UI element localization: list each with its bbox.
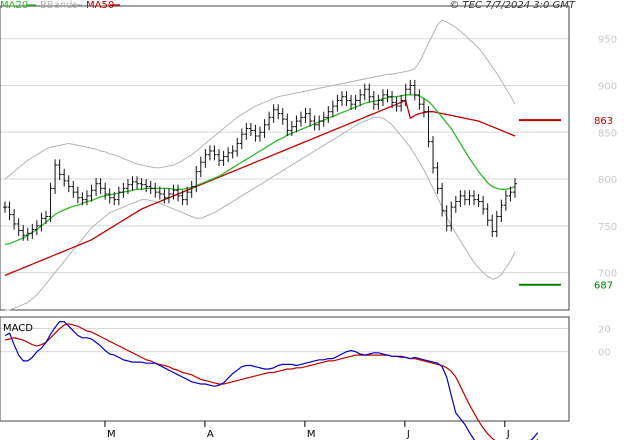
macd-signal-line [4, 323, 539, 440]
x-tick-label: J [406, 429, 410, 440]
x-tick-label: M [107, 429, 116, 440]
ma20-line [4, 94, 516, 246]
macd-tick-label: 00 [598, 348, 611, 359]
price-chart: 700750800850900950 2000 MAMJJ 863687 MA2… [0, 0, 617, 440]
price-tick-label: 900 [598, 82, 617, 93]
price-tick-label: 750 [598, 222, 617, 233]
level-annotations: 863 687 [519, 116, 613, 292]
macd-lines [4, 321, 539, 440]
bbands-lines [4, 19, 516, 311]
macd-y-axis: 2000 [598, 325, 611, 359]
macd-tick-label: 20 [598, 325, 611, 336]
price-tick-label: 850 [598, 128, 617, 139]
macd-title: MACD [3, 323, 33, 334]
price-tick-label: 800 [598, 175, 617, 186]
x-tick-label: J [506, 429, 510, 440]
x-axis: MAMJJ [104, 421, 510, 440]
x-tick-label: A [207, 429, 214, 440]
level-label: 687 [594, 281, 613, 292]
price-tick-label: 950 [598, 35, 617, 46]
price-y-axis: 700 750 800 850 900 950 [598, 35, 617, 280]
legend-ma50-label: MA50 [86, 0, 114, 11]
price-tick-label: 700 [598, 269, 617, 280]
macd-grid [0, 328, 569, 353]
copyright-text: © TEC 7/7/2024 3:0 GMT [449, 0, 576, 11]
price-grid [0, 38, 569, 274]
level-label: 863 [594, 116, 613, 127]
macd-panel-border [0, 316, 570, 422]
price-panel-border [0, 5, 570, 311]
x-tick-label: M [307, 429, 316, 440]
bbands-upper-line [4, 19, 516, 180]
legend-ma20-label: MA20 [0, 0, 28, 11]
